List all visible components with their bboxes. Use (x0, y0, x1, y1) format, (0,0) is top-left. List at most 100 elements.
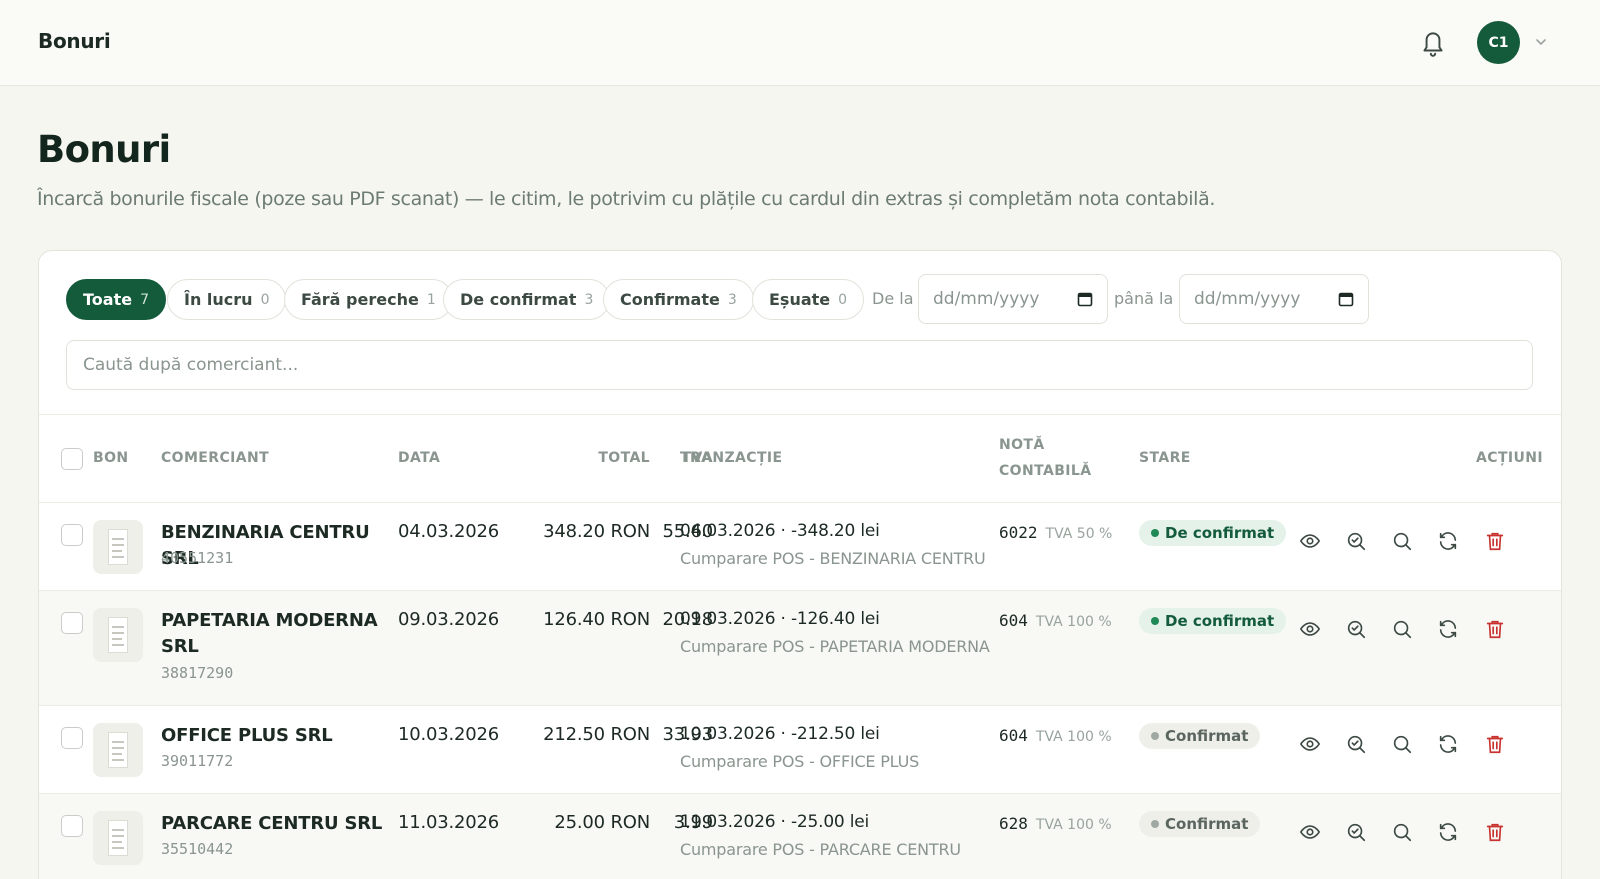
account-note: 6022 TVA 50 % (999, 523, 1112, 542)
status-badge: De confirmat (1139, 520, 1287, 546)
date-from-input[interactable]: dd/mm/yyyy (918, 274, 1108, 324)
table-row[interactable]: OFFICE PLUS SRL 39011772 10.03.2026 212.… (39, 706, 1561, 794)
receipt-thumbnail[interactable] (93, 520, 143, 574)
trash-icon[interactable] (1484, 530, 1506, 552)
receipt-date: 09.03.2026 (398, 609, 500, 630)
table-row[interactable]: PARCARE CENTRU SRL 35510442 11.03.2026 2… (39, 794, 1561, 879)
eye-icon[interactable] (1299, 821, 1321, 843)
col-date: DATA (398, 450, 441, 466)
col-note-1: NOTĂ (999, 437, 1045, 453)
receipt-paper-icon (108, 529, 128, 565)
account-note: 628 TVA 100 % (999, 814, 1112, 833)
zoom-check-icon[interactable] (1345, 733, 1367, 755)
chip-count: 0 (838, 291, 848, 308)
receipts-card: Toate 7 În lucru 0 Fără pereche 1 De confir… (38, 250, 1562, 879)
col-merchant: COMERCIANT (161, 450, 270, 466)
receipt-date: 04.03.2026 (398, 521, 500, 542)
transaction-summary: 10.03.2026 · -212.50 lei (680, 724, 880, 744)
row-checkbox[interactable] (61, 727, 83, 749)
chip-label: De confirmat (460, 290, 577, 309)
account-code: 6022 (999, 523, 1038, 542)
row-checkbox[interactable] (61, 612, 83, 634)
account-vat: TVA 50 % (1045, 526, 1113, 542)
calendar-icon[interactable] (1338, 291, 1354, 307)
search-icon[interactable] (1391, 530, 1413, 552)
date-to-label: până la (1114, 289, 1174, 308)
refresh-icon[interactable] (1437, 821, 1459, 843)
filter-chip-confirmate[interactable]: Confirmate 3 (603, 279, 754, 320)
chip-count: 7 (140, 291, 149, 308)
status-badge: De confirmat (1139, 608, 1287, 634)
refresh-icon[interactable] (1437, 618, 1459, 640)
filter-chip-de-confirmat[interactable]: De confirmat 3 (443, 279, 611, 320)
page-subtitle: Încarcă bonurile fiscale (poze sau PDF s… (37, 188, 1216, 210)
eye-icon[interactable] (1299, 530, 1321, 552)
col-transaction: TRANZACȚIE (680, 450, 783, 466)
chip-count: 0 (260, 291, 270, 308)
receipt-paper-icon (108, 732, 128, 768)
transaction-description: Cumparare POS - PARCARE CENTRU (680, 840, 961, 859)
chip-count: 1 (426, 291, 436, 308)
account-code: 604 (999, 726, 1028, 745)
receipt-thumbnail[interactable] (93, 723, 143, 777)
receipt-thumbnail[interactable] (93, 811, 143, 865)
merchant-name[interactable]: PARCARE CENTRU SRL (161, 811, 391, 837)
refresh-icon[interactable] (1437, 733, 1459, 755)
chip-label: În lucru (184, 290, 253, 309)
filter-chip-esuate[interactable]: Eșuate 0 (752, 279, 865, 320)
merchant-search-input[interactable]: Caută după comerciant... (66, 340, 1533, 390)
transaction-summary: 11.03.2026 · -25.00 lei (680, 812, 870, 832)
calendar-icon[interactable] (1077, 291, 1093, 307)
filter-chip-in-lucru[interactable]: În lucru 0 (167, 279, 287, 320)
receipt-total: 25.00 RON (554, 812, 650, 833)
search-icon[interactable] (1391, 733, 1413, 755)
chevron-down-icon[interactable] (1533, 34, 1549, 50)
col-bon: BON (93, 450, 129, 466)
status-badge: Confirmat (1139, 723, 1261, 749)
zoom-check-icon[interactable] (1345, 618, 1367, 640)
search-icon[interactable] (1391, 618, 1413, 640)
table-row[interactable]: BENZINARIA CENTRU SRL 40551231 04.03.202… (39, 503, 1561, 591)
date-from-label: De la (872, 289, 914, 308)
table-header: BON COMERCIANT DATA TOTAL TVA TRANZACȚIE… (39, 414, 1561, 503)
chip-label: Confirmate (620, 290, 720, 309)
avatar[interactable]: C1 (1477, 21, 1520, 64)
row-checkbox[interactable] (61, 524, 83, 546)
zoom-check-icon[interactable] (1345, 821, 1367, 843)
account-note: 604 TVA 100 % (999, 726, 1112, 745)
trash-icon[interactable] (1484, 733, 1506, 755)
zoom-check-icon[interactable] (1345, 530, 1367, 552)
filter-chip-toate[interactable]: Toate 7 (66, 279, 166, 320)
transaction-description: Cumparare POS - BENZINARIA CENTRU (680, 549, 986, 568)
account-note: 604 TVA 100 % (999, 611, 1112, 630)
transaction-description: Cumparare POS - OFFICE PLUS (680, 752, 920, 771)
chip-label: Eșuate (769, 290, 831, 309)
trash-icon[interactable] (1484, 821, 1506, 843)
merchant-name[interactable]: OFFICE PLUS SRL (161, 723, 391, 749)
filter-chip-fara-pereche[interactable]: Fără pereche 1 (284, 279, 453, 320)
transaction-description: Cumparare POS - PAPETARIA MODERNA (680, 637, 990, 656)
merchant-cui: 39011772 (161, 752, 234, 770)
receipt-total: 348.20 RON (543, 521, 650, 542)
account-code: 604 (999, 611, 1028, 630)
search-icon[interactable] (1391, 821, 1413, 843)
merchant-cui: 38817290 (161, 664, 234, 682)
date-placeholder: dd/mm/yyyy (1194, 289, 1301, 309)
select-all-checkbox[interactable] (61, 448, 83, 470)
eye-icon[interactable] (1299, 618, 1321, 640)
transaction-summary: 04.03.2026 · -348.20 lei (680, 521, 880, 541)
merchant-name[interactable]: PAPETARIA MODERNA SRL (161, 608, 391, 660)
account-vat: TVA 100 % (1035, 614, 1112, 630)
receipt-date: 10.03.2026 (398, 724, 500, 745)
receipt-total: 126.40 RON (543, 609, 650, 630)
chip-label: Toate (83, 290, 133, 309)
date-to-input[interactable]: dd/mm/yyyy (1179, 274, 1369, 324)
table-row[interactable]: PAPETARIA MODERNA SRL 38817290 09.03.202… (39, 591, 1561, 706)
col-total: TOTAL (598, 450, 650, 466)
eye-icon[interactable] (1299, 733, 1321, 755)
refresh-icon[interactable] (1437, 530, 1459, 552)
receipt-thumbnail[interactable] (93, 608, 143, 662)
row-checkbox[interactable] (61, 815, 83, 837)
trash-icon[interactable] (1484, 618, 1506, 640)
bell-icon[interactable] (1420, 28, 1446, 58)
